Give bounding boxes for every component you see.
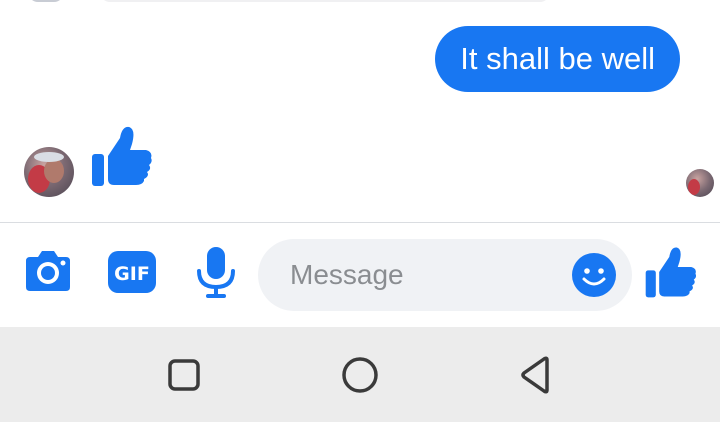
- seen-avatar-hair: [688, 179, 700, 195]
- back-button[interactable]: [516, 355, 556, 395]
- send-like-button[interactable]: [644, 245, 698, 299]
- emoji-icon: [572, 253, 616, 297]
- message-input[interactable]: [290, 257, 560, 293]
- avatar-hat: [34, 152, 64, 162]
- triangle-back-icon: [521, 356, 549, 394]
- thumbs-up-icon: [645, 247, 697, 298]
- previous-sender-avatar[interactable]: [28, 0, 64, 2]
- incoming-like-sticker[interactable]: [90, 124, 154, 188]
- home-button[interactable]: [340, 355, 380, 395]
- conversation-thread[interactable]: It shall be well: [0, 0, 720, 222]
- seen-receipt-avatar: [686, 169, 714, 197]
- camera-button[interactable]: [22, 247, 74, 297]
- camera-icon: [26, 251, 70, 291]
- avatar-face: [44, 159, 64, 183]
- outgoing-message-bubble[interactable]: It shall be well: [435, 26, 680, 92]
- previous-message-bubble[interactable]: [100, 0, 550, 2]
- system-navigation-bar: [0, 327, 720, 422]
- recents-button[interactable]: [164, 355, 204, 395]
- contact-avatar[interactable]: [24, 147, 74, 197]
- message-composer: GIF: [0, 223, 720, 327]
- message-field[interactable]: [258, 239, 632, 311]
- square-icon: [168, 359, 200, 391]
- gif-button[interactable]: GIF: [107, 247, 157, 297]
- gif-icon: GIF: [108, 251, 156, 293]
- gif-label: GIF: [114, 263, 150, 285]
- circle-icon: [342, 357, 378, 393]
- emoji-button[interactable]: [572, 253, 616, 297]
- microphone-icon: [197, 247, 235, 298]
- microphone-button[interactable]: [193, 245, 239, 301]
